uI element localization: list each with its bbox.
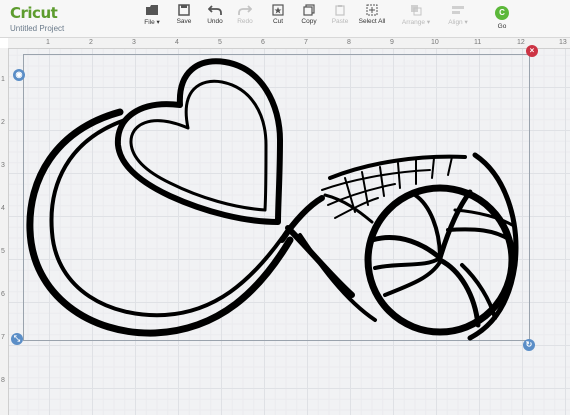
- volleyball-heart-infinity-design[interactable]: [0, 0, 570, 415]
- rotate-handle[interactable]: ↻: [523, 339, 535, 351]
- net-line: [379, 166, 385, 197]
- net-line: [397, 162, 401, 189]
- net-bottom-edge: [323, 193, 374, 224]
- resize-icon: ⤡: [13, 334, 21, 343]
- volleyball-panel-line: [373, 256, 442, 270]
- resize-handle[interactable]: ⤡: [11, 333, 23, 345]
- net-line: [431, 157, 435, 179]
- volleyball-panel-line: [437, 257, 481, 328]
- volleyball-panel-line: [446, 227, 512, 242]
- layer-icon: ◉: [15, 70, 23, 79]
- layer-handle[interactable]: ◉: [13, 69, 25, 81]
- close-icon: ×: [529, 46, 535, 55]
- net-line: [447, 156, 453, 176]
- infinity-cross-up: [279, 195, 325, 243]
- volleyball-panel-line: [369, 235, 443, 261]
- heart-inner: [129, 79, 268, 212]
- net-line: [327, 183, 396, 206]
- volleyball-panel-line: [437, 189, 473, 261]
- delete-handle[interactable]: ×: [526, 45, 538, 57]
- rotate-icon: ↻: [525, 340, 533, 349]
